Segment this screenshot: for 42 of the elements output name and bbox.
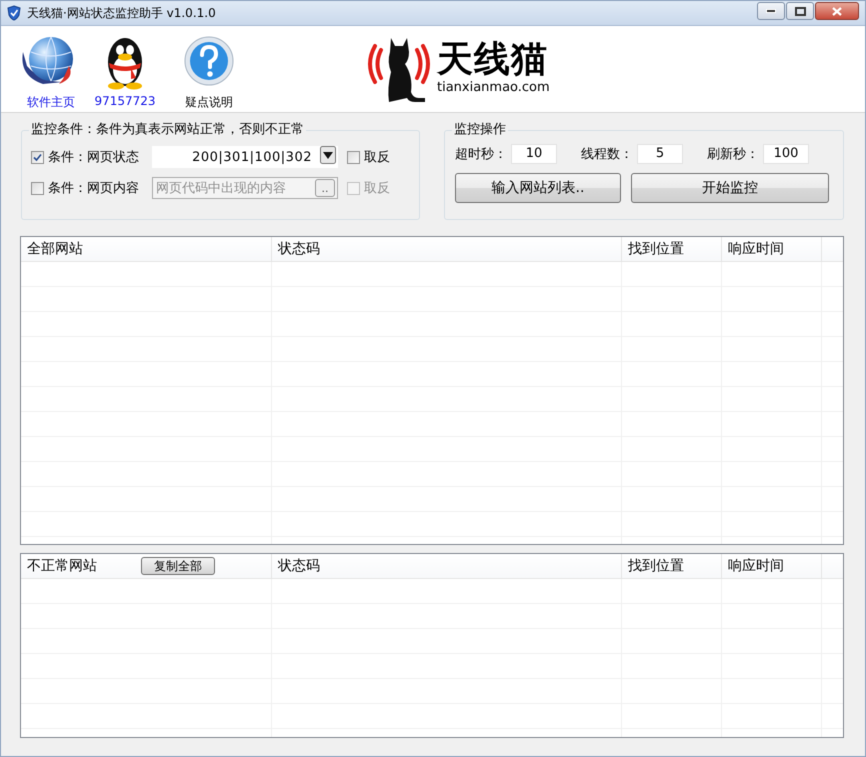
close-icon (832, 6, 842, 16)
minimize-button[interactable] (757, 2, 785, 20)
number-field[interactable]: 100 (763, 144, 809, 164)
action-button[interactable]: 开始监控 (631, 173, 829, 203)
condition-label: 条件：网页状态 (48, 149, 139, 166)
column-header[interactable]: 响应时间 (728, 240, 784, 258)
number-field[interactable]: 5 (637, 144, 683, 164)
column-header[interactable]: 响应时间 (728, 557, 784, 575)
logo-site: tianxianmao.com (437, 80, 550, 96)
toolbar-link[interactable]: 软件主页 (27, 94, 75, 111)
invert-label: 取反 (364, 149, 390, 166)
checkbox[interactable] (31, 182, 44, 194)
toolbar-label[interactable]: 疑点说明 (185, 94, 233, 111)
column-header[interactable]: 找到位置 (628, 240, 684, 258)
logo-name: 天线猫 (437, 40, 549, 80)
field-label: 刷新秒： (707, 146, 759, 163)
column-header[interactable]: 状态码 (278, 240, 320, 258)
column-header[interactable]: 找到位置 (628, 557, 684, 575)
help-icon[interactable] (184, 35, 234, 87)
browse-button[interactable]: .. (315, 179, 335, 197)
group-title: 监控操作 (452, 122, 508, 138)
field-label: 超时秒： (455, 146, 507, 163)
invert-label: 取反 (364, 180, 390, 197)
checkbox[interactable] (347, 150, 360, 164)
column-header[interactable]: 不正常网站 (27, 557, 97, 575)
maximize-button[interactable] (786, 2, 814, 20)
shield-icon (7, 5, 21, 21)
copy-all-button[interactable]: 复制全部 (141, 557, 215, 575)
toolbar-link[interactable]: 97157723 (94, 94, 156, 108)
condition-label: 条件：网页内容 (48, 180, 139, 197)
dropdown-button[interactable] (320, 146, 336, 164)
number-field[interactable]: 10 (511, 144, 557, 164)
column-header[interactable]: 全部网站 (27, 240, 83, 258)
close-button[interactable] (815, 2, 859, 20)
content-field[interactable]: 网页代码中出现的内容 .. (152, 177, 338, 199)
action-button[interactable]: 输入网站列表.. (455, 173, 621, 203)
status-code-field[interactable]: 200|301|100|302 (152, 146, 338, 168)
column-header[interactable]: 状态码 (278, 557, 320, 575)
checkbox[interactable] (31, 150, 44, 164)
field-label: 线程数： (581, 146, 633, 163)
group-title: 监控条件：条件为真表示网站正常，否则不正常 (29, 122, 306, 138)
window-title: 天线猫·网站状态监控助手 v1.0.1.0 (27, 4, 217, 22)
